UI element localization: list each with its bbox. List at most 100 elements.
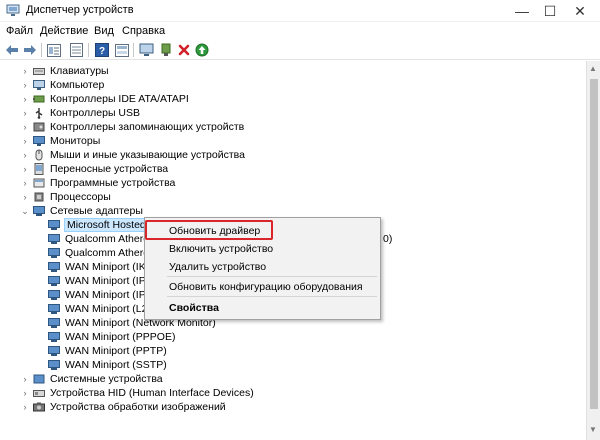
vertical-scrollbar[interactable]: ▲ ▼ — [586, 61, 600, 440]
menu-view[interactable]: Вид — [94, 25, 114, 37]
menu-bar: Файл Действие Вид Справка — [0, 22, 600, 40]
monitor-icon — [33, 136, 45, 146]
expand-chevron-icon[interactable]: › — [20, 400, 30, 414]
expand-chevron-icon[interactable]: › — [20, 372, 30, 386]
tree-item-processors[interactable]: › Процессоры — [0, 190, 586, 204]
network-device-label: WAN Miniport (L2 — [65, 303, 148, 315]
expand-chevron-icon[interactable]: › — [20, 134, 30, 148]
close-window-button[interactable]: ✕ — [566, 0, 594, 22]
tree-item-label: Переносные устройства — [50, 163, 169, 175]
tree-item-monitors[interactable]: › Мониторы — [0, 134, 586, 148]
tree-item-hid-devices[interactable]: › Устройства HID (Human Interface Device… — [0, 386, 586, 400]
context-uninstall-device[interactable]: Удалить устройство — [169, 261, 266, 273]
storage-controller-icon — [33, 122, 45, 132]
show-hide-tree-icon[interactable] — [46, 42, 62, 58]
network-device-row[interactable]: WAN Miniport (PPPOE) — [0, 330, 586, 344]
expand-chevron-icon[interactable]: › — [20, 176, 30, 190]
computer-icon — [33, 80, 45, 90]
context-separator — [167, 296, 377, 297]
help-icon[interactable]: ? — [94, 42, 110, 58]
expand-chevron-icon[interactable]: › — [20, 162, 30, 176]
collapse-chevron-icon[interactable]: ⌄ — [20, 204, 30, 218]
title-bar: Диспетчер устройств — ☐ ✕ — [0, 0, 600, 22]
tree-item-label: Процессоры — [50, 191, 111, 203]
tree-item-label: Контроллеры запоминающих устройств — [50, 121, 245, 133]
expand-chevron-icon[interactable]: › — [20, 106, 30, 120]
menu-file[interactable]: Файл — [6, 25, 33, 37]
network-adapter-icon — [48, 304, 60, 314]
tree-item-label: Устройства HID (Human Interface Devices) — [50, 387, 254, 399]
network-device-label: WAN Miniport (IKE — [65, 261, 153, 273]
maximize-button[interactable]: ☐ — [536, 0, 564, 22]
network-device-label: WAN Miniport (SSTP) — [65, 359, 167, 371]
tree-item-network-adapters[interactable]: ⌄ Сетевые адаптеры — [0, 204, 586, 218]
update-driver-icon[interactable] — [158, 42, 174, 58]
ide-controller-icon — [33, 95, 45, 103]
tree-item-mice[interactable]: › Мыши и иные указывающие устройства — [0, 148, 586, 162]
tree-item-keyboards[interactable]: › Клавиатуры — [0, 64, 586, 78]
menu-help[interactable]: Справка — [122, 25, 165, 37]
network-device-row[interactable]: WAN Miniport (SSTP) — [0, 358, 586, 372]
network-adapter-icon — [48, 234, 60, 244]
scan-hardware-monitor-icon[interactable] — [138, 42, 154, 58]
svg-text:?: ? — [99, 46, 105, 57]
context-properties[interactable]: Свойства — [169, 302, 219, 314]
tree-item-label: Контроллеры USB — [50, 107, 140, 119]
expand-chevron-icon[interactable]: › — [20, 386, 30, 400]
tree-item-label: Сетевые адаптеры — [50, 205, 143, 217]
tree-item-usb-controllers[interactable]: › Контроллеры USB — [0, 106, 586, 120]
expand-chevron-icon[interactable]: › — [20, 190, 30, 204]
context-separator — [167, 276, 377, 277]
window-title: Диспетчер устройств — [26, 4, 134, 16]
scroll-up-arrow-icon[interactable]: ▲ — [589, 64, 597, 73]
network-device-label: WAN Miniport (PPTP) — [65, 345, 167, 357]
tree-item-system-devices[interactable]: › Системные устройства — [0, 372, 586, 386]
device-manager-app-icon — [6, 4, 20, 16]
network-device-label-suffix: 0) — [383, 233, 393, 245]
menu-action[interactable]: Действие — [40, 25, 88, 37]
expand-chevron-icon[interactable]: › — [20, 92, 30, 106]
context-enable-device[interactable]: Включить устройство — [169, 243, 273, 255]
scroll-down-arrow-icon[interactable]: ▼ — [589, 425, 597, 434]
network-device-row[interactable]: WAN Miniport (PPTP) — [0, 344, 586, 358]
uninstall-x-icon[interactable] — [176, 42, 192, 58]
network-adapter-icon — [33, 206, 45, 216]
enable-device-icon[interactable] — [194, 42, 210, 58]
toolbar: ? — [0, 40, 600, 60]
expand-chevron-icon[interactable]: › — [20, 64, 30, 78]
network-adapter-icon — [48, 276, 60, 286]
tree-item-portable-devices[interactable]: › Переносные устройства — [0, 162, 586, 176]
network-device-label: Qualcomm Athero — [65, 247, 150, 259]
view-details-icon[interactable] — [114, 42, 130, 58]
forward-arrow-icon[interactable] — [22, 42, 38, 58]
tree-item-software-devices[interactable]: › Программные устройства — [0, 176, 586, 190]
tree-item-label: Устройства обработки изображений — [50, 401, 226, 413]
scroll-thumb[interactable] — [590, 79, 598, 409]
properties-sheet-icon[interactable] — [68, 42, 84, 58]
toolbar-separator — [41, 43, 42, 57]
expand-chevron-icon[interactable]: › — [20, 78, 30, 92]
usb-controller-icon — [35, 108, 43, 119]
tree-item-imaging-devices[interactable]: › Устройства обработки изображений — [0, 400, 586, 414]
back-arrow-icon[interactable] — [4, 42, 20, 58]
network-adapter-icon — [48, 290, 60, 300]
network-device-label: WAN Miniport (IP) — [65, 275, 150, 287]
hid-device-icon — [33, 390, 45, 397]
network-adapter-icon — [48, 262, 60, 272]
tree-item-label: Мониторы — [50, 135, 101, 147]
system-device-icon — [33, 374, 45, 384]
tree-item-ide-controllers[interactable]: › Контроллеры IDE ATA/ATAPI — [0, 92, 586, 106]
network-adapter-icon — [48, 360, 60, 370]
tree-item-computer[interactable]: › Компьютер — [0, 78, 586, 92]
expand-chevron-icon[interactable]: › — [20, 148, 30, 162]
network-adapter-icon — [48, 332, 60, 342]
network-device-label: WAN Miniport (IPv — [65, 289, 151, 301]
expand-chevron-icon[interactable]: › — [20, 120, 30, 134]
toolbar-separator — [133, 43, 134, 57]
software-device-icon — [33, 178, 45, 188]
minimize-button[interactable]: — — [508, 0, 536, 22]
tree-item-storage-controllers[interactable]: › Контроллеры запоминающих устройств — [0, 120, 586, 134]
network-device-label: WAN Miniport (PPPOE) — [65, 331, 176, 343]
tree-item-label: Системные устройства — [50, 373, 163, 385]
context-scan-hardware[interactable]: Обновить конфигурацию оборудования — [169, 281, 363, 293]
